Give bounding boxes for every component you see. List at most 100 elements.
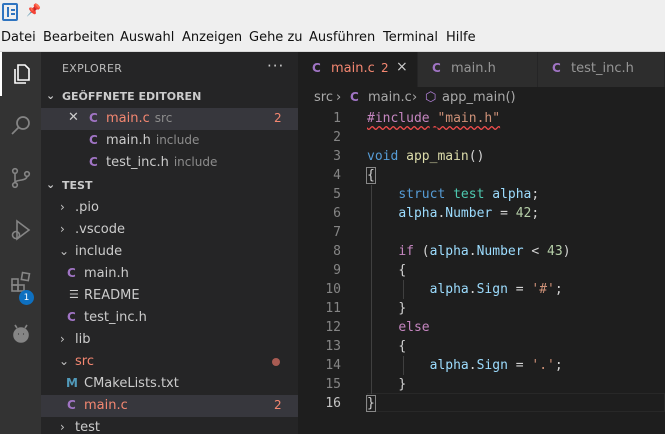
tree-folder-src[interactable]: ⌄ src xyxy=(41,351,298,373)
line-number: 5 xyxy=(333,187,341,202)
problem-dot xyxy=(272,358,280,366)
editor-tab-bar: C main.c 2 × C main.h C test_inc.h xyxy=(298,52,665,87)
code-editor[interactable]: 1 2 3 4 5 6 7 8 9 10 11 12 13 14 15 16 #… xyxy=(298,109,665,434)
tree-folder-pio[interactable]: › .pio xyxy=(41,197,298,219)
tree-folder-include[interactable]: ⌄ include xyxy=(41,241,298,263)
tab-test-inc-h[interactable]: C test_inc.h xyxy=(538,52,665,87)
current-line-highlight xyxy=(367,393,665,412)
more-actions-icon[interactable]: ··· xyxy=(267,57,284,75)
explorer-button[interactable] xyxy=(0,52,41,96)
code-line: } xyxy=(398,301,407,316)
tree-file-readme[interactable]: ☰ README xyxy=(41,285,298,307)
code-line: alpha.Sign = '#'; xyxy=(429,282,563,297)
line-number: 1 xyxy=(333,111,341,126)
menu-gehe-zu[interactable]: Gehe zu xyxy=(249,30,303,45)
chevron-right-icon: › xyxy=(60,200,65,214)
activity-bar: 1 xyxy=(0,52,41,434)
open-editor-item-test-inc-h[interactable]: C test_inc.h include xyxy=(41,152,298,174)
readme-file-icon: ☰ xyxy=(69,288,79,301)
line-number: 15 xyxy=(325,377,341,392)
c-file-icon: C xyxy=(67,398,76,412)
chevron-down-icon: ⌄ xyxy=(59,244,70,258)
tree-folder-vscode[interactable]: › .vscode xyxy=(41,219,298,241)
open-editors-header[interactable]: ⌄ GEÖFFNETE EDITOREN xyxy=(41,86,298,108)
tree-file-test-inc-h[interactable]: C test_inc.h xyxy=(41,307,298,329)
title-bar: 📌 xyxy=(0,0,665,24)
c-file-icon: C xyxy=(89,111,98,125)
c-file-icon: C xyxy=(312,61,321,75)
explorer-icon xyxy=(13,64,30,84)
tree-folder-lib[interactable]: › lib xyxy=(41,329,298,351)
c-file-icon: C xyxy=(552,61,561,75)
code-line: alpha.Sign = '.'; xyxy=(429,358,563,373)
code-line: #include "main.h" xyxy=(367,111,501,126)
problem-count: 2 xyxy=(274,111,282,125)
menu-bar: Datei Bearbeiten Auswahl Anzeigen Gehe z… xyxy=(0,24,665,52)
line-number: 16 xyxy=(325,396,341,411)
close-icon[interactable]: ✕ xyxy=(68,110,79,125)
menu-terminal[interactable]: Terminal xyxy=(383,30,438,45)
search-button[interactable] xyxy=(0,104,41,148)
chevron-right-icon: › xyxy=(60,420,65,434)
code-line: struct test alpha; xyxy=(398,187,540,202)
pin-icon[interactable]: 📌 xyxy=(26,3,41,17)
c-file-icon: C xyxy=(432,61,441,75)
line-number: 8 xyxy=(333,244,341,259)
open-editor-item-main-h[interactable]: C main.h include xyxy=(41,130,298,152)
code-line: } xyxy=(366,395,376,412)
line-number: 4 xyxy=(333,168,341,183)
line-number: 11 xyxy=(325,301,341,316)
breadcrumb-symbol[interactable]: app_main() xyxy=(442,90,516,105)
code-line: alpha.Number = 42; xyxy=(398,206,540,221)
chevron-right-icon: › xyxy=(412,90,418,105)
tree-file-main-c[interactable]: C main.c 2 xyxy=(41,395,298,417)
chevron-down-icon: ⌄ xyxy=(59,354,70,368)
line-number: 7 xyxy=(333,225,341,240)
code-line: { xyxy=(366,167,376,184)
tree-file-cmakelists[interactable]: M CMakeLists.txt xyxy=(41,373,298,395)
tab-main-c[interactable]: C main.c 2 × xyxy=(298,52,418,87)
menu-datei[interactable]: Datei xyxy=(1,30,36,45)
line-number: 14 xyxy=(325,358,341,373)
tree-file-main-h[interactable]: C main.h xyxy=(41,263,298,285)
menu-ausfuehren[interactable]: Ausführen xyxy=(309,30,375,45)
chevron-right-icon: › xyxy=(60,332,65,346)
chevron-right-icon: › xyxy=(60,222,65,236)
code-line: } xyxy=(398,377,407,392)
extensions-button[interactable]: 1 xyxy=(0,260,41,305)
menu-auswahl[interactable]: Auswahl xyxy=(120,30,174,45)
problem-count: 2 xyxy=(274,398,282,412)
explorer-sidebar: EXPLORER ··· ⌄ GEÖFFNETE EDITOREN ✕ C ma… xyxy=(41,52,298,434)
line-number: 3 xyxy=(333,149,341,164)
menu-bearbeiten[interactable]: Bearbeiten xyxy=(43,30,114,45)
code-line: { xyxy=(398,263,407,278)
c-file-icon: C xyxy=(67,266,76,280)
line-number: 12 xyxy=(325,320,341,335)
c-file-icon: C xyxy=(89,133,98,147)
platformio-button[interactable] xyxy=(0,312,41,356)
source-control-button[interactable] xyxy=(0,156,41,200)
close-icon[interactable]: × xyxy=(396,59,408,75)
search-icon xyxy=(10,116,30,135)
line-number: 10 xyxy=(325,282,341,297)
c-file-icon: C xyxy=(89,155,98,169)
breadcrumb-folder[interactable]: src xyxy=(314,90,333,105)
tab-main-h[interactable]: C main.h xyxy=(418,52,538,87)
line-number: 9 xyxy=(333,263,341,278)
source-control-icon xyxy=(11,167,30,189)
menu-anzeigen[interactable]: Anzeigen xyxy=(182,30,242,45)
chevron-down-icon: ⌄ xyxy=(46,178,56,191)
platformio-icon xyxy=(12,324,29,343)
cmake-file-icon: M xyxy=(66,376,78,390)
menu-hilfe[interactable]: Hilfe xyxy=(446,30,476,45)
breadcrumb: src › C main.c › ⬡ app_main() xyxy=(298,87,665,109)
code-line: void app_main() xyxy=(367,149,485,164)
tree-folder-test[interactable]: › test xyxy=(41,417,298,434)
problem-count: 2 xyxy=(381,61,389,75)
workspace-header[interactable]: ⌄ TEST xyxy=(41,175,298,197)
open-editor-item-main-c[interactable]: ✕ C main.c src 2 xyxy=(41,108,298,130)
line-number: 6 xyxy=(333,206,341,221)
breadcrumb-file[interactable]: main.c xyxy=(368,90,412,105)
run-debug-button[interactable] xyxy=(0,208,41,252)
chevron-down-icon: ⌄ xyxy=(46,89,56,102)
